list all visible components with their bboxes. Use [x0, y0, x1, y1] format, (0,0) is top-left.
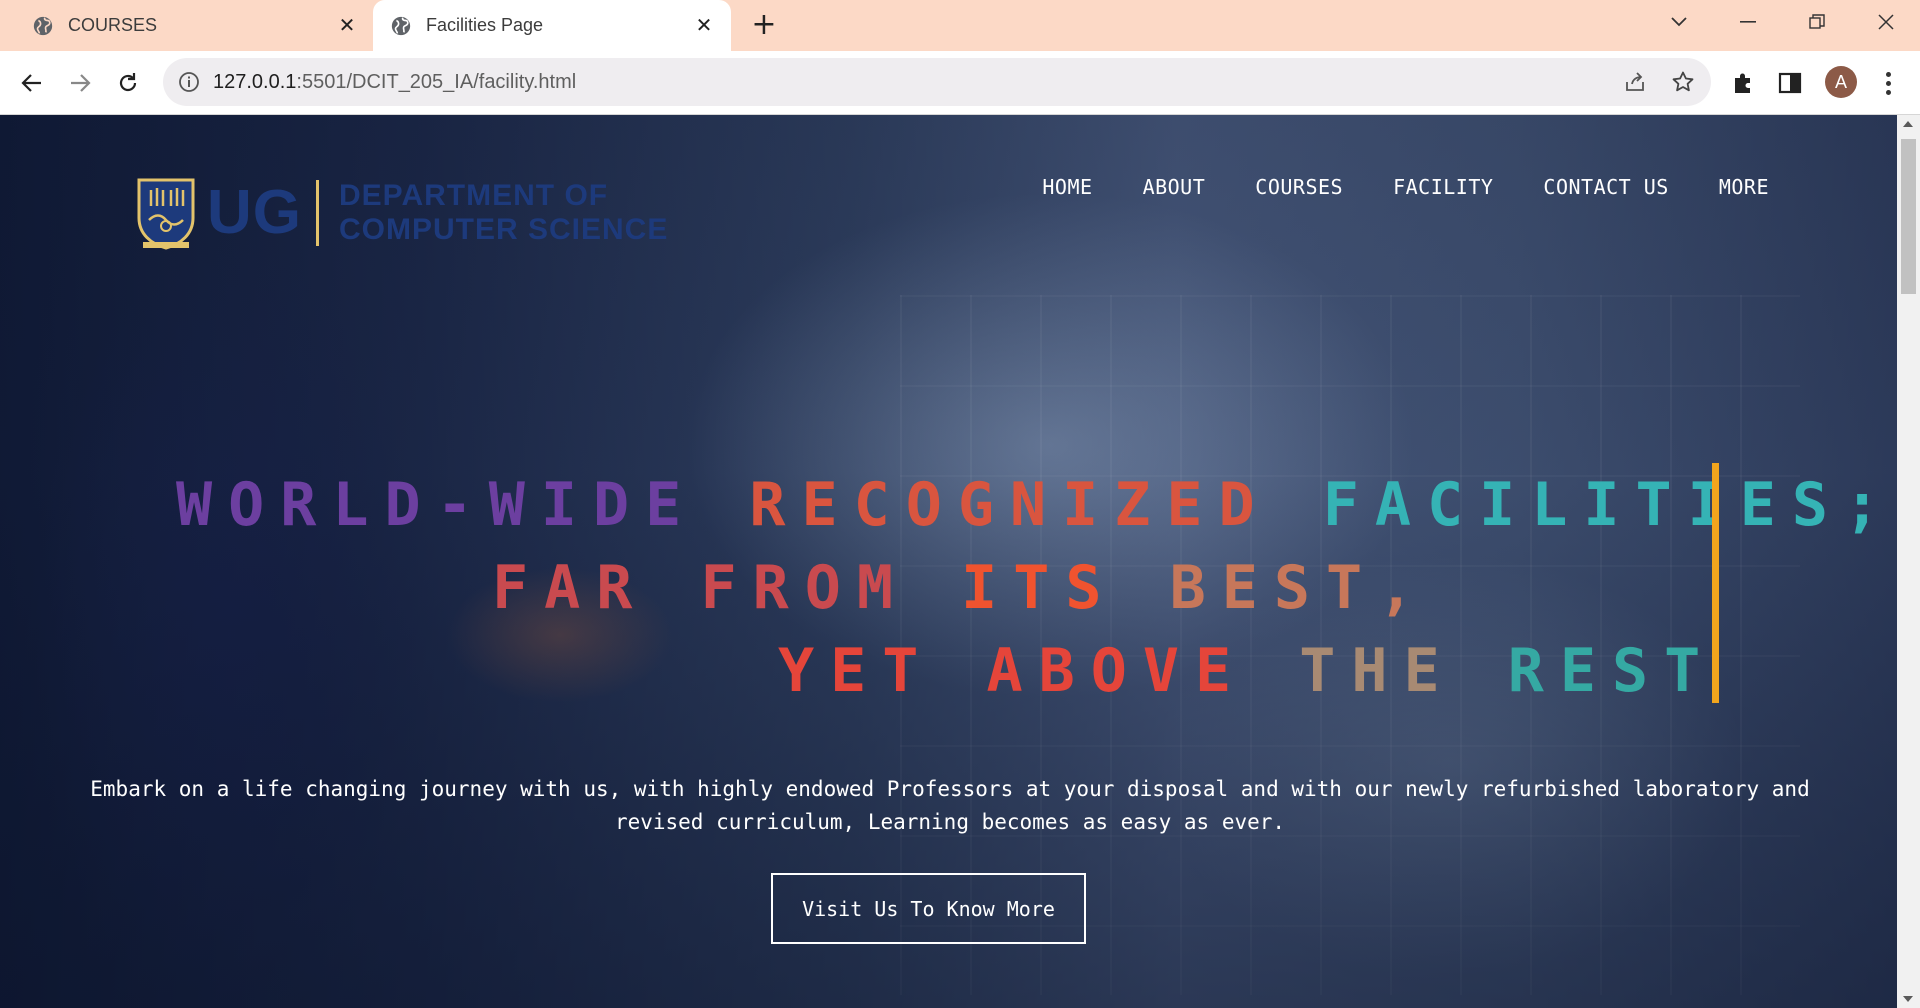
browser-toolbar: 127.0.0.1:5501/DCIT_205_IA/facility.html… [0, 51, 1920, 115]
logo-divider [316, 179, 319, 246]
hero-heading-line-2: FAR FROM ITS BEST, [492, 558, 1430, 618]
hero-heading-line-1: WORLD-WIDE RECOGNIZED FACILITIES; [176, 475, 1896, 535]
hero-word: FACILITIES; [1322, 470, 1897, 540]
new-tab-button[interactable]: + [749, 10, 779, 41]
department-line-2: COMPUTER SCIENCE [339, 212, 669, 246]
page-scrollbar[interactable] [1897, 115, 1920, 1008]
hero-word: RECOGNIZED [749, 470, 1271, 540]
scroll-up-arrow-icon[interactable] [1903, 121, 1913, 127]
nav-contact-us[interactable]: CONTACT US [1543, 175, 1668, 199]
main-nav: HOME ABOUT COURSES FACILITY CONTACT US M… [1042, 175, 1769, 199]
arrow-left-icon [21, 74, 41, 92]
minimize-icon[interactable] [1718, 0, 1778, 43]
department-line-1: DEPARTMENT OF [339, 178, 609, 212]
typing-cursor [1712, 463, 1719, 703]
tab-title: COURSES [68, 15, 158, 35]
hero-word: REST [1507, 636, 1717, 706]
hero-word: FAR FROM [492, 553, 909, 623]
tab-courses[interactable]: COURSES ✕ [0, 0, 370, 51]
bookmark-star-icon[interactable] [1671, 70, 1695, 94]
reload-icon [119, 73, 137, 92]
reload-button[interactable] [110, 65, 146, 101]
url-path: :5501/DCIT_205_IA/facility.html [296, 71, 577, 93]
url-host: 127.0.0.1 [213, 71, 297, 93]
site-info-icon[interactable] [178, 71, 200, 93]
scrollbar-thumb[interactable] [1901, 139, 1916, 294]
nav-about[interactable]: ABOUT [1143, 175, 1206, 199]
visit-us-button[interactable]: Visit Us To Know More [771, 873, 1086, 944]
side-panel-icon[interactable] [1777, 70, 1803, 96]
tab-facilities[interactable]: Facilities Page ✕ [373, 0, 731, 51]
scroll-down-arrow-icon[interactable] [1903, 996, 1913, 1002]
forward-button[interactable] [62, 65, 98, 101]
hero-heading-line-3: YET ABOVE THE REST [778, 641, 1716, 701]
department-name: DEPARTMENT OF COMPUTER SCIENCE [339, 179, 668, 247]
globe-icon [33, 16, 53, 35]
tab-search-icon[interactable] [1649, 0, 1709, 43]
hero-word: THE [1299, 636, 1456, 706]
close-tab-icon[interactable]: ✕ [334, 12, 360, 38]
nav-more[interactable]: MORE [1719, 175, 1769, 199]
nav-facility[interactable]: FACILITY [1393, 175, 1493, 199]
address-bar[interactable]: 127.0.0.1:5501/DCIT_205_IA/facility.html [163, 58, 1711, 106]
nav-home[interactable]: HOME [1042, 175, 1092, 199]
university-crest-icon [137, 178, 195, 250]
browser-tab-strip: COURSES ✕ Facilities Page ✕ + [0, 0, 1920, 51]
close-tab-icon[interactable]: ✕ [691, 12, 717, 38]
browser-menu-icon[interactable] [1878, 65, 1898, 101]
hero-word: WORLD-WIDE [176, 470, 698, 540]
tab-title: Facilities Page [426, 15, 544, 35]
nav-courses[interactable]: COURSES [1255, 175, 1343, 199]
share-icon[interactable] [1623, 70, 1647, 94]
globe-icon [391, 16, 411, 35]
hero-word: BEST, [1169, 553, 1431, 623]
hero-description: Embark on a life changing journey with u… [90, 777, 1810, 834]
site-logo[interactable]: UG DEPARTMENT OF COMPUTER SCIENCE [135, 165, 668, 260]
restore-icon[interactable] [1787, 0, 1847, 43]
page-viewport: UG DEPARTMENT OF COMPUTER SCIENCE HOME A… [0, 115, 1897, 1008]
hero-word: ITS [961, 553, 1118, 623]
extensions-puzzle-icon[interactable] [1730, 70, 1756, 96]
arrow-right-icon [71, 74, 91, 92]
hero-word: YET ABOVE [778, 636, 1248, 706]
back-button[interactable] [14, 65, 50, 101]
profile-avatar[interactable]: A [1825, 66, 1857, 98]
close-window-icon[interactable] [1856, 0, 1916, 43]
url-text[interactable]: 127.0.0.1:5501/DCIT_205_IA/facility.html [213, 58, 576, 106]
logo-mark: UG [207, 177, 302, 247]
